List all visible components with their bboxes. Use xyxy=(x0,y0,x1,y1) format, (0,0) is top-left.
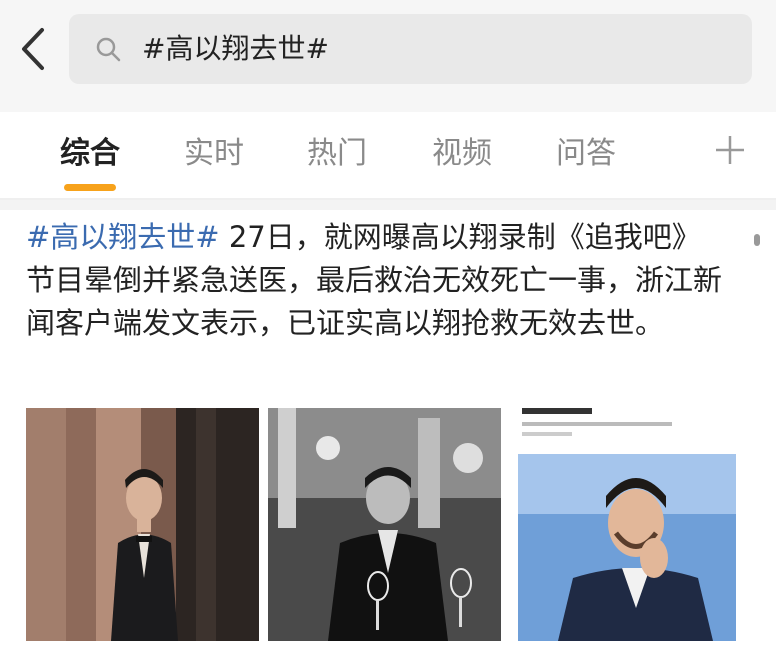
active-tab-indicator xyxy=(64,184,116,191)
back-button[interactable] xyxy=(14,24,54,74)
post-photo-1[interactable] xyxy=(26,408,259,641)
feed-divider xyxy=(0,200,776,210)
tab-hot[interactable]: 热门 xyxy=(307,134,367,174)
header-bar: #高以翔去世# xyxy=(0,0,776,112)
plus-icon[interactable] xyxy=(712,132,748,168)
tab-realtime[interactable]: 实时 xyxy=(184,134,244,174)
post-text: #高以翔去世# 27日，就网曝高以翔录制《追我吧》节目晕倒并紧急送医，最后救治无… xyxy=(26,216,726,345)
post-hashtag-link[interactable]: #高以翔去世# xyxy=(26,220,220,254)
party-image xyxy=(268,408,501,641)
post-photo-3[interactable] xyxy=(518,408,751,641)
scroll-indicator xyxy=(754,234,760,246)
post-photo-2[interactable] xyxy=(268,408,501,641)
tab-video[interactable]: 视频 xyxy=(432,134,492,174)
back-arrow-icon xyxy=(22,28,44,70)
search-icon xyxy=(96,37,121,62)
search-box[interactable]: #高以翔去世# xyxy=(69,14,752,84)
portrait-image xyxy=(26,408,259,641)
news-screenshot-image xyxy=(518,408,751,641)
tab-comprehensive[interactable]: 综合 xyxy=(60,134,120,174)
search-query[interactable]: #高以翔去世# xyxy=(142,28,329,70)
tab-bar: 综合 实时 热门 视频 问答 xyxy=(0,112,776,200)
tab-qa[interactable]: 问答 xyxy=(556,134,616,174)
